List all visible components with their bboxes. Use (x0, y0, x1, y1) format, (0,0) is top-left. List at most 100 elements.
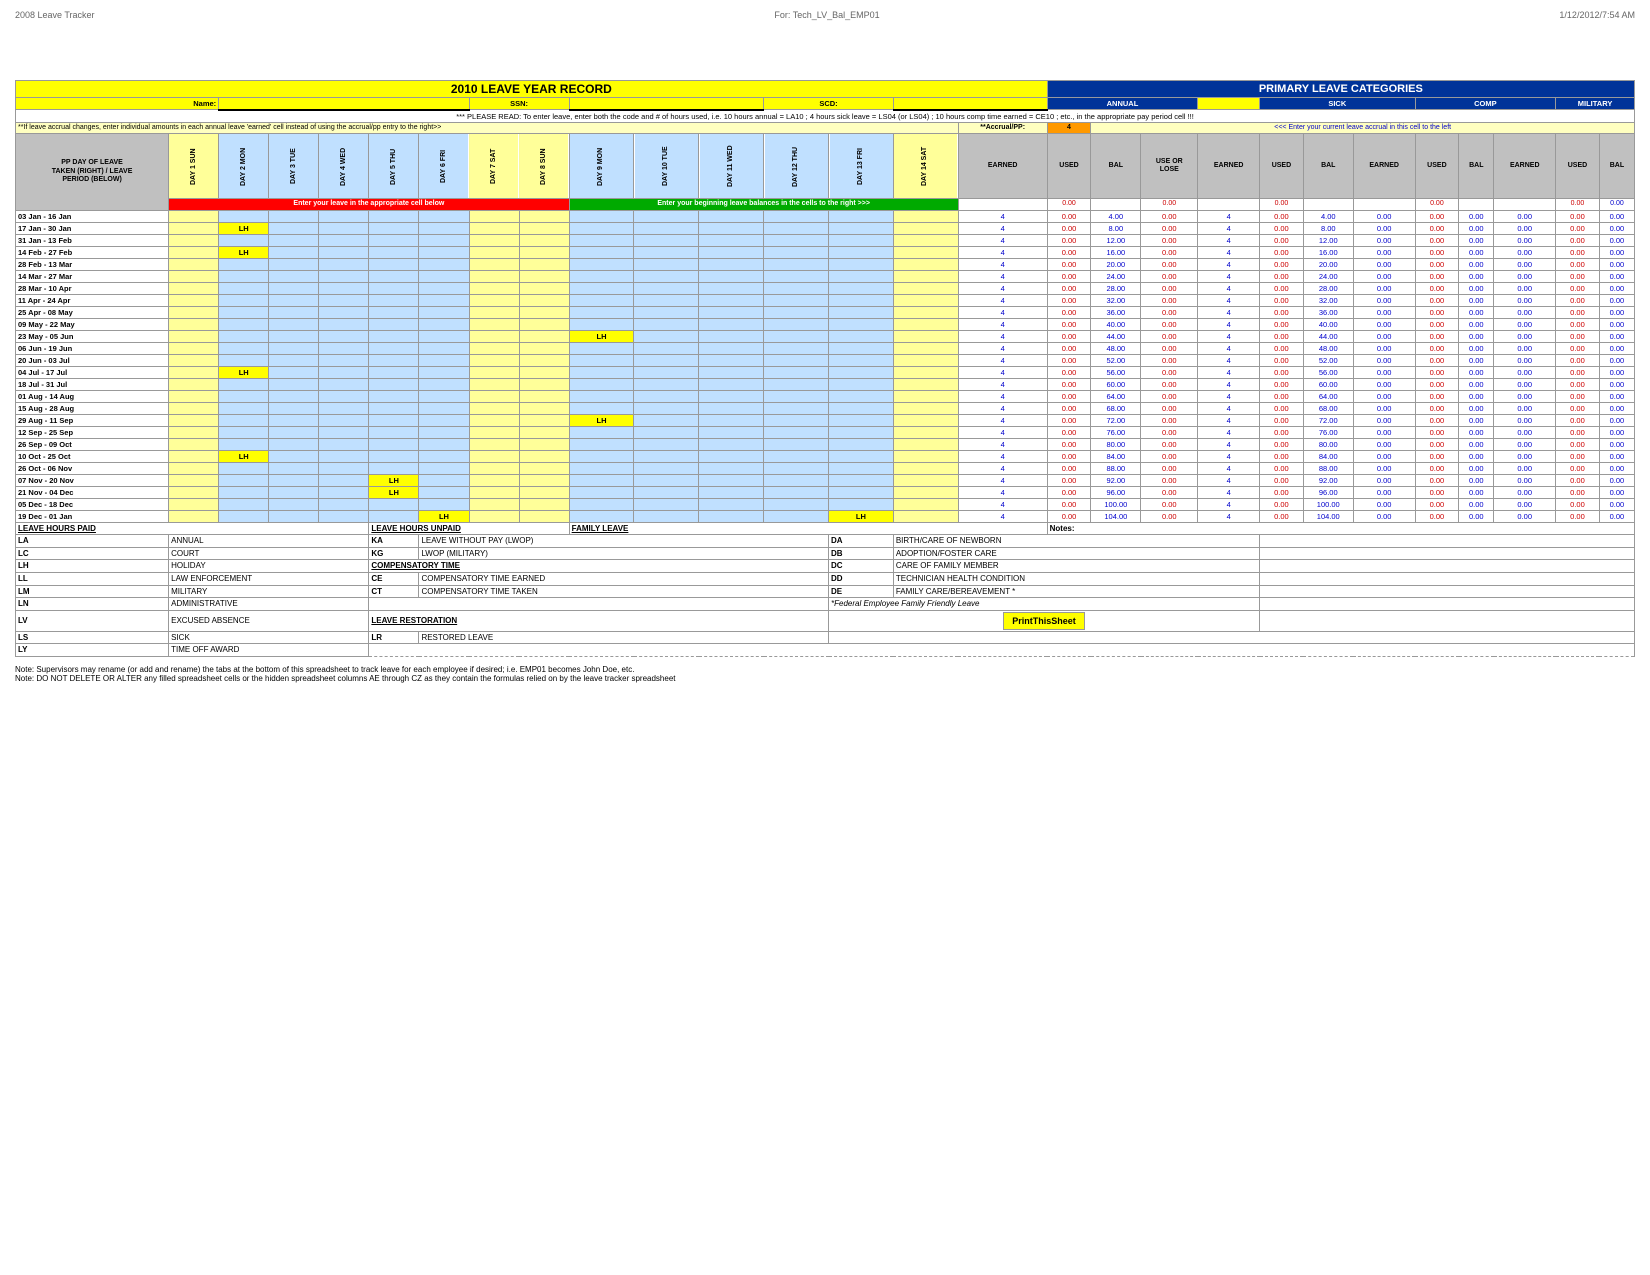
day-cell[interactable] (519, 270, 569, 282)
day-cell[interactable] (269, 246, 319, 258)
day-cell[interactable] (169, 402, 219, 414)
day-cell[interactable] (893, 414, 958, 426)
day-cell[interactable] (319, 246, 369, 258)
day-cell[interactable] (419, 246, 469, 258)
day-cell[interactable] (699, 258, 764, 270)
day-cell[interactable] (469, 354, 519, 366)
day-cell[interactable] (319, 390, 369, 402)
day-cell[interactable] (419, 498, 469, 510)
day-cell[interactable] (519, 378, 569, 390)
day-cell[interactable] (519, 450, 569, 462)
day-cell[interactable] (469, 318, 519, 330)
day-cell[interactable] (469, 510, 519, 522)
day-cell[interactable] (469, 426, 519, 438)
day-cell[interactable] (829, 234, 894, 246)
day-cell[interactable] (469, 306, 519, 318)
day-cell[interactable] (829, 390, 894, 402)
day-cell[interactable] (319, 510, 369, 522)
day-cell[interactable] (569, 294, 634, 306)
day-cell[interactable] (369, 354, 419, 366)
day-cell[interactable] (219, 498, 269, 510)
day-cell[interactable] (893, 246, 958, 258)
day-cell[interactable] (319, 438, 369, 450)
day-cell[interactable] (764, 210, 829, 222)
day-cell[interactable] (419, 438, 469, 450)
day-cell[interactable] (419, 318, 469, 330)
day-cell[interactable] (369, 270, 419, 282)
day-cell[interactable] (893, 498, 958, 510)
day-cell[interactable] (893, 318, 958, 330)
day-cell[interactable] (219, 354, 269, 366)
day-cell[interactable] (169, 258, 219, 270)
day-cell[interactable] (519, 210, 569, 222)
day-cell[interactable] (829, 342, 894, 354)
day-cell[interactable] (829, 294, 894, 306)
day-cell[interactable] (419, 270, 469, 282)
day-cell[interactable] (219, 510, 269, 522)
day-cell[interactable] (319, 474, 369, 486)
day-cell[interactable] (829, 366, 894, 378)
sick-earned-start[interactable] (1198, 199, 1260, 210)
day-cell[interactable] (419, 378, 469, 390)
day-cell[interactable] (829, 210, 894, 222)
day-cell[interactable] (369, 390, 419, 402)
day-cell[interactable] (369, 498, 419, 510)
day-cell[interactable] (369, 222, 419, 234)
day-cell[interactable] (319, 450, 369, 462)
day-cell[interactable] (699, 438, 764, 450)
day-cell[interactable] (519, 354, 569, 366)
day-cell[interactable] (219, 390, 269, 402)
day-cell[interactable] (634, 222, 699, 234)
day-cell[interactable] (764, 510, 829, 522)
day-cell[interactable] (369, 438, 419, 450)
day-cell[interactable] (219, 402, 269, 414)
day-cell[interactable] (519, 246, 569, 258)
day-cell[interactable] (569, 498, 634, 510)
day-cell[interactable] (169, 294, 219, 306)
day-cell[interactable] (764, 462, 829, 474)
day-cell[interactable] (319, 342, 369, 354)
day-cell[interactable] (569, 270, 634, 282)
day-cell[interactable] (519, 426, 569, 438)
day-cell[interactable] (319, 282, 369, 294)
day-cell[interactable] (319, 378, 369, 390)
day-cell[interactable] (893, 306, 958, 318)
day-cell[interactable] (219, 474, 269, 486)
day-cell[interactable] (219, 294, 269, 306)
day-cell[interactable] (269, 306, 319, 318)
day-cell[interactable] (269, 354, 319, 366)
day-cell[interactable] (634, 282, 699, 294)
day-cell[interactable] (369, 426, 419, 438)
day-cell[interactable] (634, 246, 699, 258)
day-cell[interactable] (519, 474, 569, 486)
day-cell[interactable] (469, 210, 519, 222)
annual-earned-start[interactable] (958, 199, 1047, 210)
day-cell[interactable] (269, 258, 319, 270)
day-cell[interactable] (699, 234, 764, 246)
day-cell[interactable] (469, 270, 519, 282)
day-cell[interactable] (269, 426, 319, 438)
day-cell[interactable] (369, 246, 419, 258)
day-cell[interactable] (569, 306, 634, 318)
day-cell[interactable] (699, 402, 764, 414)
day-cell[interactable] (699, 210, 764, 222)
day-cell[interactable] (829, 330, 894, 342)
day-cell[interactable] (699, 498, 764, 510)
day-cell[interactable] (269, 450, 319, 462)
day-cell[interactable] (419, 474, 469, 486)
day-cell[interactable] (699, 450, 764, 462)
day-cell[interactable] (169, 246, 219, 258)
day-cell[interactable] (219, 342, 269, 354)
day-cell[interactable] (169, 486, 219, 498)
day-cell[interactable] (569, 486, 634, 498)
day-cell[interactable] (319, 402, 369, 414)
day-cell[interactable] (569, 402, 634, 414)
day-cell[interactable] (699, 222, 764, 234)
day-cell[interactable] (893, 282, 958, 294)
day-cell[interactable] (699, 294, 764, 306)
day-cell[interactable] (319, 258, 369, 270)
day-cell[interactable] (269, 210, 319, 222)
day-cell[interactable] (764, 258, 829, 270)
day-cell[interactable] (519, 510, 569, 522)
day-cell[interactable] (519, 390, 569, 402)
